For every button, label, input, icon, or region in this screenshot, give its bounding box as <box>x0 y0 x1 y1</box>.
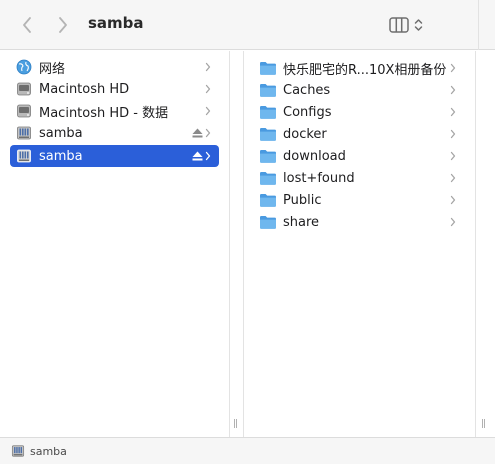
chevron-right-icon <box>450 63 456 73</box>
chevron-right-icon <box>205 151 211 161</box>
list-item[interactable]: Caches <box>256 79 464 101</box>
folder-icon <box>259 213 277 231</box>
list-item-label: download <box>283 148 346 164</box>
folder-icon <box>259 103 277 121</box>
toolbar-edge <box>478 0 479 50</box>
column-resize-handle[interactable]: || <box>481 419 486 429</box>
back-button[interactable] <box>16 13 38 37</box>
forward-button[interactable] <box>52 13 74 37</box>
folder-icon <box>259 59 277 77</box>
list-item-label: lost+found <box>283 170 355 186</box>
list-item[interactable]: download <box>256 145 464 167</box>
path-bar: samba <box>0 437 495 464</box>
sidebar-item-macintosh-hd-data[interactable]: Macintosh HD - 数据 <box>10 100 219 122</box>
sidebar-item-label: samba <box>39 125 83 141</box>
column-resize-gutter[interactable]: || <box>476 51 495 437</box>
list-item[interactable]: 快乐肥宅的R...10X相册备份 <box>256 57 464 79</box>
chevron-right-icon <box>59 17 67 33</box>
sidebar-item-label: Macintosh HD - 数据 <box>39 105 169 121</box>
list-item-label: Caches <box>283 82 331 98</box>
path-bar-label[interactable]: samba <box>30 445 67 458</box>
chevron-updown-icon <box>414 19 423 31</box>
sidebar-item-label: 网络 <box>39 61 66 77</box>
list-item[interactable]: Public <box>256 189 464 211</box>
chevron-right-icon <box>205 106 211 116</box>
folder-icon <box>259 147 277 165</box>
list-item-label: 快乐肥宅的R...10X相册备份 <box>283 62 447 78</box>
list-item-label: Configs <box>283 104 332 120</box>
chevron-right-icon <box>450 129 456 139</box>
list-item[interactable]: share <box>256 211 464 233</box>
chevron-right-icon <box>205 62 211 72</box>
column-resize-gutter[interactable]: || <box>230 51 244 437</box>
folder-icon <box>259 169 277 187</box>
network-globe-icon <box>15 58 33 76</box>
toolbar: samba <box>0 0 495 50</box>
chevron-right-icon <box>205 84 211 94</box>
sidebar-item-label: samba <box>39 148 83 164</box>
network-server-icon <box>11 444 25 458</box>
list-item-label: docker <box>283 126 327 142</box>
eject-icon[interactable] <box>192 128 203 138</box>
chevron-right-icon <box>450 173 456 183</box>
folder-icon <box>259 81 277 99</box>
chevron-right-icon <box>450 107 456 117</box>
network-server-icon <box>15 147 33 165</box>
chevron-right-icon <box>450 85 456 95</box>
eject-icon[interactable] <box>192 151 203 161</box>
folder-icon <box>259 191 277 209</box>
list-item[interactable]: docker <box>256 123 464 145</box>
list-item[interactable]: Configs <box>256 101 464 123</box>
chevron-right-icon <box>450 217 456 227</box>
chevron-left-icon <box>23 17 31 33</box>
hard-drive-icon <box>15 102 33 120</box>
folder-icon <box>259 125 277 143</box>
hard-drive-icon <box>15 80 33 98</box>
sidebar-item-network[interactable]: 网络 <box>10 56 219 78</box>
list-item-label: share <box>283 214 320 230</box>
window-title: samba <box>88 14 144 32</box>
sidebar-item-macintosh-hd[interactable]: Macintosh HD <box>10 78 219 100</box>
sidebar-item-label: Macintosh HD <box>39 81 130 97</box>
sidebar-item-samba[interactable]: samba <box>10 122 219 144</box>
column-resize-handle[interactable]: || <box>233 419 238 429</box>
chevron-right-icon <box>450 151 456 161</box>
sidebar-item-samba-selected[interactable]: samba <box>10 145 219 167</box>
list-item-label: Public <box>283 192 322 208</box>
network-server-icon <box>15 124 33 142</box>
columns-view-icon <box>389 17 409 33</box>
list-item[interactable]: lost+found <box>256 167 464 189</box>
chevron-right-icon <box>450 195 456 205</box>
view-mode-button[interactable] <box>389 13 435 37</box>
chevron-right-icon <box>205 128 211 138</box>
